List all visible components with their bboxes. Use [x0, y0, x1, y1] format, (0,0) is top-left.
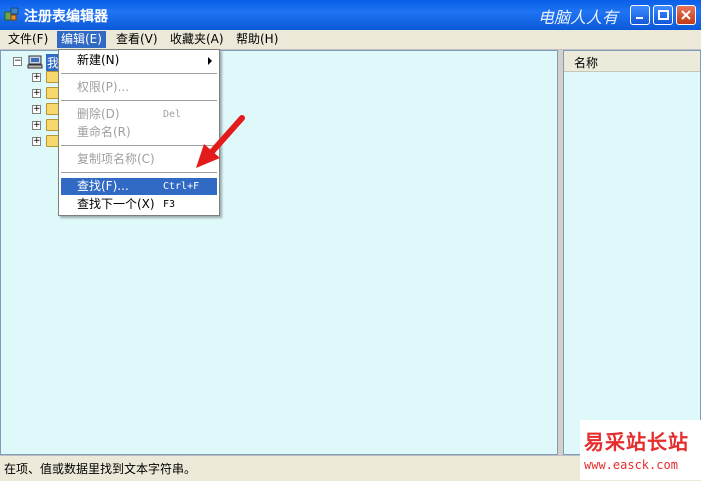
menu-item-find[interactable]: 查找(F)... Ctrl+F — [61, 178, 217, 195]
menu-separator — [61, 73, 217, 74]
menu-item-permissions[interactable]: 权限(P)... — [61, 79, 217, 96]
menu-item-label: 新建(N) — [77, 53, 120, 67]
expand-toggle[interactable]: + — [32, 121, 41, 130]
menu-view[interactable]: 查看(V) — [112, 31, 162, 48]
title-bar: 注册表编辑器 电脑人人有 — [0, 0, 701, 30]
menu-item-label: 重命名(R) — [77, 125, 131, 139]
menu-help[interactable]: 帮助(H) — [232, 31, 282, 48]
site-watermark: 易采站长站 www.easck.com — [580, 420, 701, 480]
menu-item-find-next[interactable]: 查找下一个(X) F3 — [61, 196, 217, 213]
maximize-button[interactable] — [653, 5, 673, 25]
submenu-arrow-icon — [208, 57, 212, 65]
expand-toggle[interactable]: + — [32, 137, 41, 146]
menu-file[interactable]: 文件(F) — [4, 31, 52, 48]
expand-toggle[interactable]: + — [32, 73, 41, 82]
menu-item-label: 权限(P)... — [77, 80, 130, 94]
close-icon — [681, 10, 691, 20]
watermark-url: www.easck.com — [584, 458, 678, 472]
red-pointer-arrow-icon — [196, 115, 245, 168]
close-button[interactable] — [676, 5, 696, 25]
menu-item-shortcut: Del — [163, 109, 182, 120]
menu-edit[interactable]: 编辑(E) — [57, 31, 106, 48]
menu-favorites[interactable]: 收藏夹(A) — [166, 31, 228, 48]
minimize-button[interactable] — [630, 5, 650, 25]
computer-icon — [27, 55, 43, 69]
menu-item-shortcut: Ctrl+F — [163, 181, 200, 192]
menu-item-label: 复制项名称(C) — [77, 152, 155, 166]
window-title: 注册表编辑器 — [24, 9, 108, 25]
collapse-root-toggle[interactable]: − — [13, 57, 22, 66]
watermark-site-name: 易采站长站 — [584, 430, 689, 454]
menu-item-shortcut: F3 — [163, 199, 176, 210]
brand-text: 电脑人人有 — [538, 8, 619, 27]
values-list-pane[interactable]: 名称 — [563, 50, 701, 455]
column-header-label: 名称 — [574, 56, 599, 70]
registry-app-icon — [4, 7, 19, 21]
minimize-icon — [636, 17, 643, 19]
menu-item-label: 查找下一个(X) — [77, 197, 155, 211]
menu-bar: 文件(F) 编辑(E) 查看(V) 收藏夹(A) 帮助(H) — [0, 30, 701, 50]
status-text: 在项、值或数据里找到文本字符串。 — [4, 462, 197, 476]
menu-item-new[interactable]: 新建(N) — [61, 52, 217, 69]
column-header-name[interactable]: 名称 — [564, 51, 700, 72]
maximize-icon — [658, 10, 669, 20]
expand-toggle[interactable]: + — [32, 89, 41, 98]
menu-item-label: 查找(F)... — [77, 179, 129, 193]
menu-separator — [61, 172, 217, 173]
expand-toggle[interactable]: + — [32, 105, 41, 114]
menu-item-label: 删除(D) — [77, 107, 120, 121]
menu-separator — [61, 100, 217, 101]
